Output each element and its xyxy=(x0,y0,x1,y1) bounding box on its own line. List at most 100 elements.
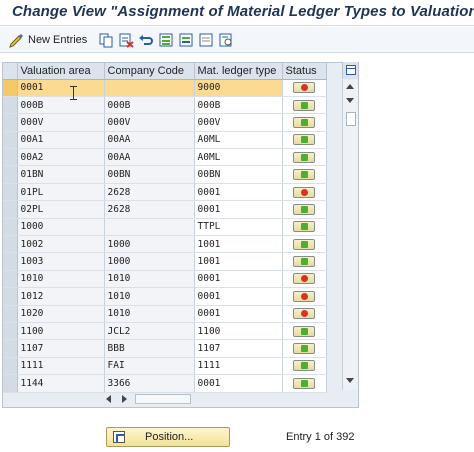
cell-company-code[interactable]: 000B xyxy=(104,96,195,115)
cell-status[interactable] xyxy=(282,96,327,115)
cell-mat-ledger-type[interactable]: 0001 xyxy=(194,200,283,219)
cell-valuation-area[interactable]: 1012 xyxy=(17,287,105,306)
vertical-scroll-thumb[interactable] xyxy=(346,112,356,126)
row-selector[interactable] xyxy=(3,165,18,184)
row-selector[interactable] xyxy=(3,270,18,289)
cell-status[interactable] xyxy=(282,374,327,393)
cell-valuation-area[interactable]: 1003 xyxy=(17,252,105,271)
row-selector[interactable] xyxy=(3,235,18,254)
cell-valuation-area[interactable]: 1010 xyxy=(17,270,105,289)
status-green-light-icon[interactable] xyxy=(293,151,315,163)
row-selector[interactable] xyxy=(3,200,18,219)
table-row[interactable]: 1100 JCL2 1100 xyxy=(3,322,327,341)
cell-mat-ledger-type[interactable]: 1100 xyxy=(194,322,283,341)
status-red-light-icon[interactable] xyxy=(293,308,315,320)
cell-status[interactable] xyxy=(282,357,327,376)
cell-mat-ledger-type[interactable]: 000B xyxy=(194,96,283,115)
cell-valuation-area[interactable]: 1100 xyxy=(17,322,105,341)
status-green-light-icon[interactable] xyxy=(293,99,315,111)
cell-company-code[interactable]: 1000 xyxy=(104,252,195,271)
status-green-light-icon[interactable] xyxy=(293,169,315,181)
table-row[interactable]: 1003 1000 1001 xyxy=(3,252,327,271)
cell-mat-ledger-type[interactable]: 00BN xyxy=(194,165,283,184)
status-red-light-icon[interactable] xyxy=(293,273,315,285)
cell-company-code[interactable]: JCL2 xyxy=(104,322,195,341)
status-green-light-icon[interactable] xyxy=(293,221,315,233)
row-selector[interactable] xyxy=(3,183,18,202)
table-row[interactable]: 02PL 2628 0001 xyxy=(3,200,327,219)
cell-company-code[interactable]: 1010 xyxy=(104,305,195,323)
table-row[interactable]: 000B 000B 000B xyxy=(3,96,327,115)
cell-company-code[interactable]: 1000 xyxy=(104,235,195,254)
table-row[interactable]: 00A1 00AA A0ML xyxy=(3,131,327,150)
cell-mat-ledger-type[interactable]: 1001 xyxy=(194,252,283,271)
cell-company-code[interactable]: 1010 xyxy=(104,270,195,289)
row-selector[interactable] xyxy=(3,287,18,306)
row-selector[interactable] xyxy=(3,374,18,393)
cell-status[interactable] xyxy=(282,322,327,341)
cell-valuation-area[interactable]: 01PL xyxy=(17,183,105,202)
table-row[interactable]: 1000 TTPL xyxy=(3,218,327,237)
cell-mat-ledger-type[interactable]: A0ML xyxy=(194,131,283,150)
status-red-light-icon[interactable] xyxy=(293,82,315,94)
table-row[interactable]: 1002 1000 1001 xyxy=(3,235,327,254)
cell-company-code[interactable]: FAI xyxy=(104,357,195,376)
cell-valuation-area[interactable]: 1000 xyxy=(17,218,105,237)
cell-mat-ledger-type[interactable]: 0001 xyxy=(194,305,283,323)
table-row[interactable]: 1020 1010 0001 xyxy=(3,305,327,323)
cell-mat-ledger-type[interactable]: 0001 xyxy=(194,374,283,393)
table-row[interactable]: 1107 BBB 1107 xyxy=(3,339,327,358)
row-selector[interactable] xyxy=(3,96,18,115)
select-block-button[interactable] xyxy=(178,31,194,49)
cell-status[interactable] xyxy=(282,131,327,150)
table-row[interactable]: 00A2 00AA A0ML xyxy=(3,148,327,167)
table-row[interactable]: 1144 3366 0001 xyxy=(3,374,327,393)
cell-mat-ledger-type[interactable]: 0001 xyxy=(194,287,283,306)
cell-status[interactable] xyxy=(282,339,327,358)
column-header-valuation-area[interactable]: Valuation area xyxy=(17,63,105,80)
cell-mat-ledger-type[interactable]: 1001 xyxy=(194,235,283,254)
cell-valuation-area[interactable]: 02PL xyxy=(17,200,105,219)
status-green-light-icon[interactable] xyxy=(293,116,315,128)
cell-company-code[interactable]: 3366 xyxy=(104,374,195,393)
cell-company-code[interactable]: BBB xyxy=(104,339,195,358)
cell-company-code[interactable]: 2628 xyxy=(104,183,195,202)
cell-valuation-area[interactable]: 1020 xyxy=(17,305,105,323)
cell-mat-ledger-type[interactable]: TTPL xyxy=(194,218,283,237)
cell-status[interactable] xyxy=(282,218,327,237)
cell-status[interactable] xyxy=(282,148,327,167)
cell-mat-ledger-type[interactable]: 1107 xyxy=(194,339,283,358)
select-all-column-header[interactable] xyxy=(3,63,18,80)
cell-status[interactable] xyxy=(282,79,327,97)
row-selector[interactable] xyxy=(3,148,18,167)
position-button[interactable]: Position... xyxy=(106,427,230,447)
cell-mat-ledger-type[interactable]: 000V xyxy=(194,113,283,132)
horizontal-scrollbar[interactable] xyxy=(100,392,342,406)
cell-mat-ledger-type[interactable]: 0001 xyxy=(194,183,283,202)
row-selector[interactable] xyxy=(3,79,18,97)
table-row[interactable]: 01BN 00BN 00BN xyxy=(3,165,327,184)
status-green-light-icon[interactable] xyxy=(293,134,315,146)
cell-status[interactable] xyxy=(282,305,327,323)
select-all-button[interactable] xyxy=(158,31,174,49)
cell-valuation-area[interactable]: 1144 xyxy=(17,374,105,393)
delete-button[interactable] xyxy=(118,31,134,49)
horizontal-scroll-thumb[interactable] xyxy=(135,394,191,404)
copy-as-button[interactable] xyxy=(98,31,114,49)
status-green-light-icon[interactable] xyxy=(293,343,315,355)
table-row[interactable]: 1010 1010 0001 xyxy=(3,270,327,289)
scroll-up-arrow-icon[interactable] xyxy=(346,84,354,89)
row-selector[interactable] xyxy=(3,339,18,358)
cell-valuation-area[interactable]: 0001 xyxy=(17,79,105,97)
cell-valuation-area[interactable]: 1002 xyxy=(17,235,105,254)
cell-valuation-area[interactable]: 000V xyxy=(17,113,105,132)
row-selector[interactable] xyxy=(3,113,18,132)
table-row[interactable]: 1111 FAI 1111 xyxy=(3,357,327,376)
cell-status[interactable] xyxy=(282,270,327,289)
print-button[interactable] xyxy=(218,31,234,49)
cell-company-code[interactable] xyxy=(104,218,195,237)
column-header-company-code[interactable]: Company Code xyxy=(104,63,195,80)
scroll-right-arrow-icon[interactable] xyxy=(122,395,127,403)
status-green-light-icon[interactable] xyxy=(293,377,315,389)
cell-valuation-area[interactable]: 01BN xyxy=(17,165,105,184)
